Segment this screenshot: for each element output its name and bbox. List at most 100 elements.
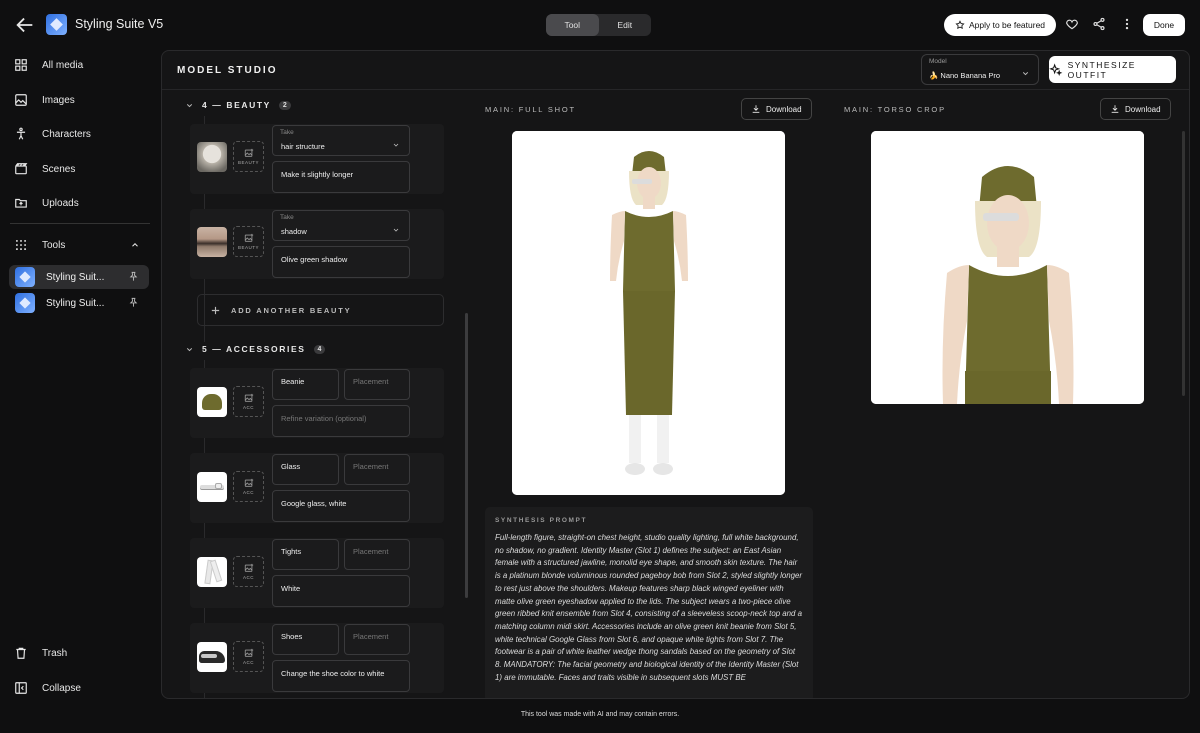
upload-slot[interactable]: ACC — [233, 386, 264, 417]
note-value: Olive green shadow — [281, 255, 348, 264]
mode-switch: Tool Edit — [546, 14, 651, 36]
glass-thumbnail — [197, 472, 227, 502]
model-select[interactable]: Model 🍌 Nano Banana Pro — [921, 54, 1039, 85]
add-another-beauty-button[interactable]: ADD ANOTHER BEAUTY — [197, 294, 444, 326]
app-logo — [46, 14, 67, 35]
chevron-down-icon — [186, 347, 193, 351]
app-title: Styling Suite V5 — [75, 17, 164, 31]
image-add-icon — [244, 233, 253, 242]
sidebar-item-all-media[interactable]: All media — [14, 55, 83, 75]
hair-thumbnail — [197, 142, 227, 172]
back-arrow-icon[interactable] — [14, 14, 36, 36]
section-title: 4 — BEAUTY — [202, 100, 271, 110]
placement-input[interactable]: Placement — [344, 624, 410, 655]
upload-slot[interactable]: ACC — [233, 556, 264, 587]
beanie-thumbnail — [197, 387, 227, 417]
sidebar-item-label: Trash — [42, 647, 68, 659]
take-value: shadow — [281, 227, 307, 236]
studio-title: MODEL STUDIO — [177, 65, 278, 76]
pinned-item-styling-suite-2[interactable]: Styling Suit... — [9, 291, 149, 315]
prompt-label: SYNTHESIS PROMPT — [495, 517, 588, 524]
upload-tag: ACC — [242, 405, 254, 410]
pin-icon[interactable] — [128, 297, 139, 308]
pin-icon[interactable] — [128, 271, 139, 282]
placement-input[interactable]: Placement — [344, 539, 410, 570]
placement-placeholder: Placement — [353, 632, 389, 641]
image-icon — [15, 94, 27, 106]
refine-input[interactable]: Refine variation (optional) — [272, 405, 410, 437]
tab-tool[interactable]: Tool — [546, 14, 599, 36]
placement-input[interactable]: Placement — [344, 454, 410, 485]
refine-value: Google glass, white — [281, 499, 347, 508]
accessory-name-input[interactable]: Shoes — [272, 624, 339, 655]
placement-placeholder: Placement — [353, 547, 389, 556]
ai-disclaimer: This tool was made with AI and may conta… — [520, 711, 680, 718]
upload-slot[interactable]: BEAUTY — [233, 226, 264, 257]
accessory-name-input[interactable]: Glass — [272, 454, 339, 485]
sidebar-item-scenes[interactable]: Scenes — [14, 159, 75, 179]
upload-slot[interactable]: BEAUTY — [233, 141, 264, 172]
left-scrollbar[interactable] — [465, 313, 468, 598]
upload-tag: ACC — [242, 660, 254, 665]
torso-crop-figure — [871, 131, 1144, 404]
count-badge: 2 — [278, 100, 291, 110]
done-button[interactable]: Done — [1143, 14, 1185, 36]
upload-slot[interactable]: ACC — [233, 471, 264, 502]
download-label: Download — [766, 104, 802, 114]
tab-edit[interactable]: Edit — [599, 14, 652, 36]
beauty-note-input[interactable]: Olive green shadow — [272, 246, 410, 278]
heart-icon[interactable] — [1065, 17, 1079, 31]
accessory-name-input[interactable]: Tights — [272, 539, 339, 570]
take-value: hair structure — [281, 142, 325, 151]
pinned-item-styling-suite-1[interactable]: Styling Suit... — [9, 265, 149, 289]
placement-placeholder: Placement — [353, 462, 389, 471]
pinned-item-label: Styling Suit... — [46, 271, 105, 283]
share-icon[interactable] — [1092, 17, 1106, 31]
chevron-down-icon — [393, 228, 399, 232]
take-label: Take — [280, 214, 294, 221]
accessories-section-header[interactable]: 5 — ACCESSORIES 4 — [185, 344, 326, 354]
refine-input[interactable]: Change the shoe color to white — [272, 660, 410, 692]
apply-featured-button[interactable]: Apply to be featured — [944, 14, 1056, 36]
top-bar: Styling Suite V5 Tool Edit Apply to be f… — [0, 0, 1200, 50]
folder-upload-icon — [15, 198, 27, 208]
sidebar-item-label: Uploads — [42, 197, 79, 209]
tights-thumbnail — [197, 557, 227, 587]
accessory-name-input[interactable]: Beanie — [272, 369, 339, 400]
upload-slot[interactable]: ACC — [233, 641, 264, 672]
take-select[interactable]: Take hair structure — [272, 125, 410, 156]
refine-value: Change the shoe color to white — [281, 669, 385, 678]
beauty-note-input[interactable]: Make it slightly longer — [272, 161, 410, 193]
sidebar-item-label: Images — [42, 94, 75, 106]
refine-input[interactable]: Google glass, white — [272, 490, 410, 522]
accessory-name: Glass — [281, 462, 301, 471]
placement-input[interactable]: Placement — [344, 369, 410, 400]
synthesize-outfit-button[interactable]: SYNTHESIZE OUTFIT — [1049, 56, 1176, 83]
sidebar-item-characters[interactable]: Characters — [14, 124, 91, 144]
star-icon — [955, 20, 965, 30]
right-scrollbar[interactable] — [1182, 131, 1185, 396]
clapper-icon — [15, 163, 28, 175]
full-shot-image[interactable] — [512, 131, 785, 495]
refine-value: White — [281, 584, 301, 593]
chevron-up-icon[interactable] — [130, 240, 140, 250]
take-select[interactable]: Take shadow — [272, 210, 410, 241]
section-title: 5 — ACCESSORIES — [202, 344, 306, 354]
torso-crop-image[interactable] — [871, 131, 1144, 404]
image-add-icon — [244, 648, 253, 657]
placement-placeholder: Placement — [353, 377, 389, 386]
eye-shadow-thumbnail — [197, 227, 227, 257]
sidebar-item-tools[interactable]: Tools — [14, 235, 140, 255]
app-logo-icon — [15, 293, 35, 313]
sidebar-item-images[interactable]: Images — [14, 90, 75, 110]
plus-icon — [211, 306, 220, 314]
sidebar-item-collapse[interactable]: Collapse — [14, 678, 81, 698]
sidebar-item-trash[interactable]: Trash — [14, 643, 67, 663]
sidebar-item-uploads[interactable]: Uploads — [14, 193, 79, 213]
download-torso-button[interactable]: Download — [1100, 98, 1171, 120]
download-full-button[interactable]: Download — [741, 98, 812, 120]
refine-input[interactable]: White — [272, 575, 410, 607]
beauty-section-header[interactable]: 4 — BEAUTY 2 — [185, 100, 291, 110]
chevron-down-icon — [1022, 72, 1029, 76]
more-vertical-icon[interactable] — [1120, 17, 1134, 31]
